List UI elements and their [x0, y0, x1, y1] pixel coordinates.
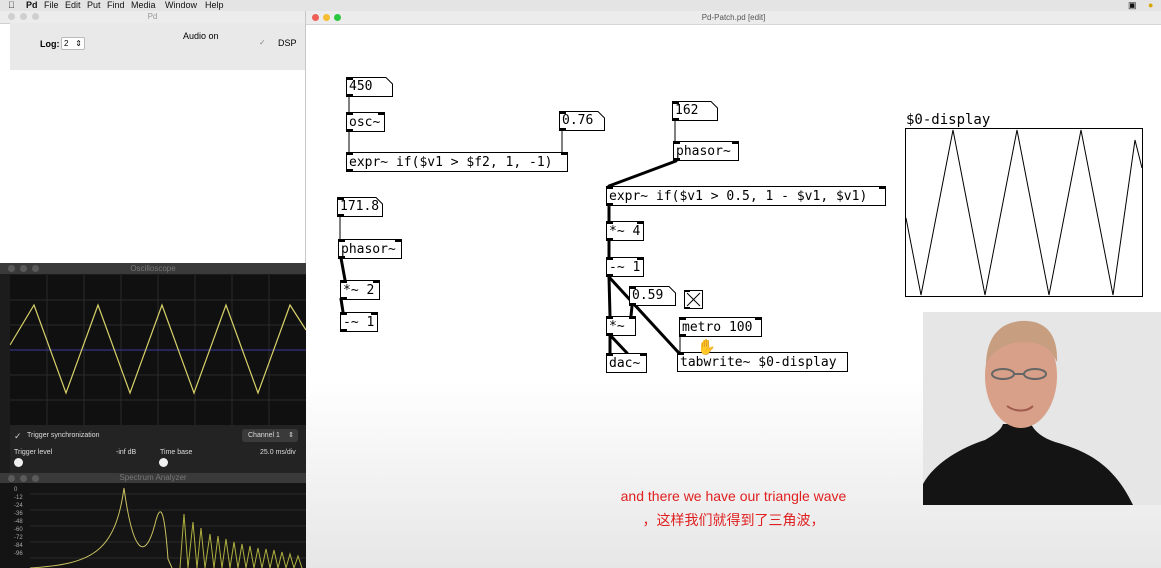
array-graph: [905, 128, 1143, 297]
array-label: $0-display: [906, 112, 991, 128]
object-label: expr~ if($v1 > $f2, 1, -1): [349, 155, 553, 170]
object-label: -~ 1: [609, 260, 641, 275]
object-subtract-1-left[interactable]: -~ 1: [340, 312, 378, 332]
object-phasor-top[interactable]: phasor~: [673, 141, 739, 161]
object-label: -~ 1: [343, 315, 375, 330]
toggle-x-icon: [684, 290, 703, 309]
object-label: metro 100: [682, 320, 753, 335]
object-label: dac~: [609, 356, 641, 371]
object-label: tabwrite~ $0-display: [680, 355, 837, 370]
object-multiply-2[interactable]: *~ 2: [340, 280, 380, 300]
object-label: *~: [609, 319, 625, 334]
presenter-image: [923, 312, 1161, 505]
object-label: phasor~: [341, 242, 396, 257]
number-box-0-76[interactable]: 0.76: [559, 111, 605, 131]
object-phasor-left[interactable]: phasor~: [338, 239, 402, 259]
object-expr-triangle[interactable]: expr~ if($v1 > 0.5, 1 - $v1, $v1): [606, 186, 886, 206]
number-value: 0.76: [562, 113, 594, 128]
object-subtract-1-right[interactable]: -~ 1: [606, 257, 644, 277]
subtitle-english: and there we have our triangle wave: [620, 488, 847, 504]
object-label: osc~: [349, 115, 381, 130]
presenter-video: [923, 312, 1161, 505]
number-value: 162: [675, 103, 699, 118]
number-value: 450: [349, 79, 373, 94]
toggle-box[interactable]: [684, 290, 703, 309]
object-label: expr~ if($v1 > 0.5, 1 - $v1, $v1): [609, 189, 868, 204]
object-dac[interactable]: dac~: [606, 353, 647, 373]
number-box-0-59[interactable]: 0.59: [629, 286, 676, 306]
number-box-171-8[interactable]: 171.8: [337, 197, 383, 217]
object-multiply-4[interactable]: *~ 4: [606, 221, 644, 241]
number-box-162[interactable]: 162: [672, 101, 718, 121]
number-value: 0.59: [632, 288, 664, 303]
array-display[interactable]: [905, 128, 1143, 297]
object-osc[interactable]: osc~: [346, 112, 385, 132]
hand-cursor-icon: ✋: [697, 339, 716, 356]
subtitle-chinese: ，这样我们就得到了三角波，: [642, 512, 825, 528]
object-label: *~ 2: [343, 283, 375, 298]
number-value: 171.8: [340, 199, 380, 214]
object-multiply[interactable]: *~: [606, 316, 636, 336]
object-metro[interactable]: metro 100: [679, 317, 762, 337]
object-label: phasor~: [676, 144, 731, 159]
object-label: *~ 4: [609, 224, 641, 239]
number-box-450[interactable]: 450: [346, 77, 393, 97]
object-expr-compare[interactable]: expr~ if($v1 > $f2, 1, -1): [346, 152, 568, 172]
